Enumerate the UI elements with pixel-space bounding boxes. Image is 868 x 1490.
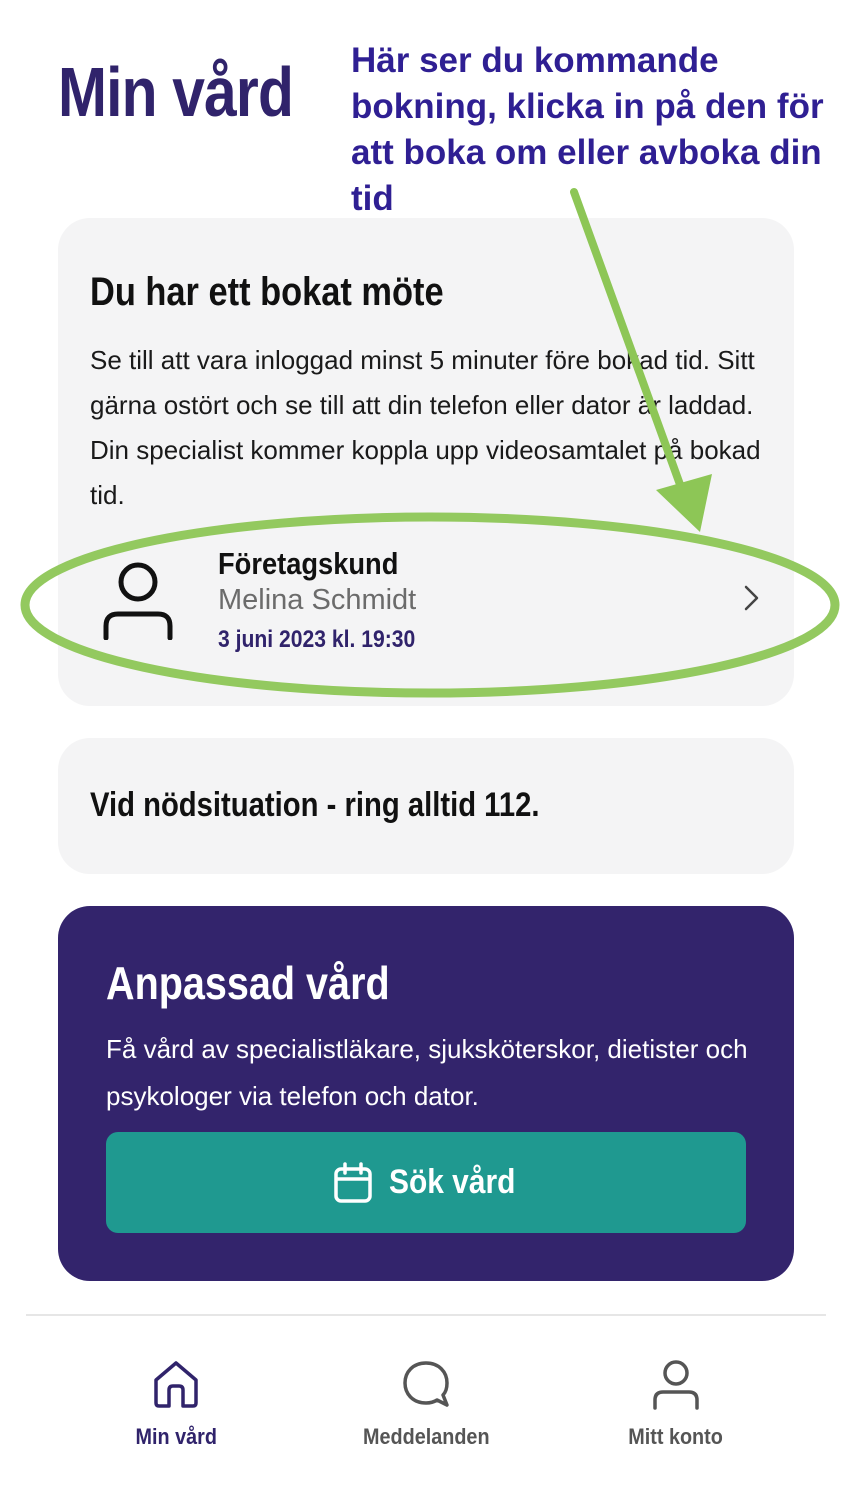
- appointment-datetime: 3 juni 2023 kl. 19:30: [218, 626, 416, 653]
- person-icon: [103, 562, 173, 640]
- promo-card: Anpassad vård Få vård av specialistläkar…: [58, 906, 794, 1281]
- appointment-type: Företagskund: [218, 546, 399, 581]
- home-icon: [154, 1361, 198, 1408]
- calendar-icon: [334, 1161, 372, 1203]
- emergency-card: Vid nödsituation - ring alltid 112.: [58, 738, 794, 874]
- booking-description: Se till att vara inloggad minst 5 minute…: [90, 345, 761, 510]
- page-title: Min vård: [58, 53, 294, 131]
- nav-label-mitt-konto: Mitt konto: [628, 1424, 724, 1449]
- nav-label-meddelanden: Meddelanden: [362, 1424, 490, 1449]
- promo-title: Anpassad vård: [106, 957, 390, 1009]
- promo-description: Få vård av specialistläkare, sjuksköters…: [106, 1034, 748, 1111]
- chat-bubble-icon: [403, 1361, 449, 1407]
- appointment-item[interactable]: Företagskund Melina Schmidt 3 juni 2023 …: [88, 540, 768, 660]
- specialist-name: Melina Schmidt: [218, 584, 417, 616]
- search-care-button[interactable]: Sök vård: [106, 1132, 746, 1233]
- booking-heading: Du har ett bokat möte: [90, 270, 444, 314]
- nav-item-mitt-konto[interactable]: Mitt konto: [566, 1316, 786, 1490]
- booking-card: Du har ett bokat möte Se till att vara i…: [58, 218, 794, 706]
- annotation-text: Här ser du kommande bokning, klicka in p…: [351, 41, 824, 218]
- chevron-right-icon: [744, 585, 759, 611]
- user-icon: [653, 1360, 699, 1410]
- emergency-text: Vid nödsituation - ring alltid 112.: [90, 786, 540, 824]
- nav-item-meddelanden[interactable]: Meddelanden: [316, 1316, 536, 1490]
- nav-label-min-vard: Min vård: [135, 1424, 217, 1449]
- nav-item-min-vard[interactable]: Min vård: [66, 1316, 286, 1490]
- bottom-nav: Min vård Meddelanden Mitt konto: [0, 1316, 868, 1490]
- search-care-label: Sök vård: [389, 1163, 516, 1201]
